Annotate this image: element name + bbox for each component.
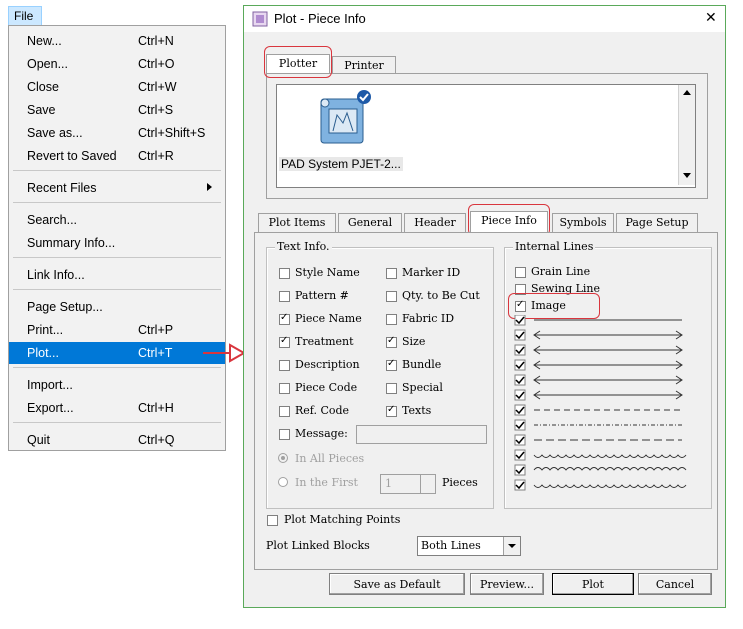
text-info-group: Text Info. <box>266 240 494 509</box>
pieces-label: Pieces <box>442 476 478 489</box>
text-info-label: Fabric ID <box>402 312 455 325</box>
text-info-label: Qty. to Be Cut <box>402 289 480 302</box>
text-info-checkbox[interactable] <box>386 404 397 417</box>
text-info-label: Ref. Code <box>295 404 350 417</box>
message-label: Message: <box>295 427 348 440</box>
tab-plot-items[interactable]: Plot Items <box>258 213 336 232</box>
tab-label: Header <box>414 216 456 229</box>
scroll-down-icon[interactable] <box>683 173 691 178</box>
text-info-checkbox[interactable] <box>279 291 290 302</box>
plot-matching-label: Plot Matching Points <box>284 513 401 526</box>
line-style-sample <box>533 467 687 471</box>
text-info-checkbox[interactable] <box>386 383 397 394</box>
tab-header[interactable]: Header <box>404 213 466 232</box>
text-info-label: Texts <box>402 404 432 417</box>
text-info-label: Bundle <box>402 358 442 371</box>
text-info-checkbox[interactable] <box>386 358 397 371</box>
linked-blocks-select[interactable]: Both Lines <box>417 536 521 556</box>
tab-page-setup[interactable]: Page Setup <box>616 213 698 232</box>
text-info-label: Size <box>402 335 426 348</box>
radio-in-all[interactable] <box>278 453 288 463</box>
scroll-up-icon[interactable] <box>683 90 691 95</box>
device-list: PAD System PJET-2... <box>276 84 696 188</box>
text-info-label: Marker ID <box>402 266 461 279</box>
line-style-sample <box>533 484 687 488</box>
radio-in-first[interactable] <box>278 477 288 487</box>
text-info-checkbox[interactable] <box>279 268 290 279</box>
text-info-checkbox[interactable] <box>279 383 290 394</box>
tab-label: General <box>347 216 393 229</box>
stepper-value: 1 <box>385 477 392 490</box>
tab-label: Printer <box>344 59 384 72</box>
group-label: Internal Lines <box>513 240 596 253</box>
preview-button[interactable]: Preview... <box>470 573 544 595</box>
device-name[interactable]: PAD System PJET-2... <box>279 157 403 171</box>
dialog-title: Plot - Piece Info <box>274 11 366 26</box>
text-info-label: Style Name <box>295 266 360 279</box>
chevron-down-icon[interactable] <box>503 537 520 555</box>
text-info-label: Piece Name <box>295 312 362 325</box>
text-info-checkbox[interactable] <box>386 268 397 279</box>
line-style-sample <box>533 454 687 458</box>
tab-symbols[interactable]: Symbols <box>552 213 614 232</box>
text-info-checkbox[interactable] <box>279 335 290 348</box>
text-info-checkbox[interactable] <box>386 335 397 348</box>
text-info-label: Pattern # <box>295 289 349 302</box>
button-label: Save as Default <box>353 578 441 591</box>
plot-dialog: Plot - Piece Info ✕ Plotter Printer PAD … <box>243 5 726 608</box>
text-info-label: Special <box>402 381 443 394</box>
dialog-titlebar: Plot - Piece Info ✕ <box>244 6 725 32</box>
plot-button[interactable]: Plot <box>552 573 634 595</box>
grain-line-label: Grain Line <box>531 265 591 278</box>
group-label: Text Info. <box>275 240 332 253</box>
text-info-checkbox[interactable] <box>279 312 290 325</box>
message-input[interactable] <box>356 425 487 444</box>
line-style-list <box>514 315 687 491</box>
text-info-label: Piece Code <box>295 381 358 394</box>
text-info-checkbox[interactable] <box>386 291 397 302</box>
in-first-stepper[interactable]: 1 <box>380 474 436 494</box>
button-label: Plot <box>582 578 604 591</box>
text-info-checkbox[interactable] <box>279 360 290 371</box>
tab-label: Page Setup <box>625 216 689 229</box>
plot-matching-checkbox[interactable] <box>267 515 278 526</box>
plotter-icon[interactable] <box>317 89 373 147</box>
highlight-plotter <box>264 46 332 78</box>
device-scrollbar[interactable] <box>678 85 695 185</box>
text-info-label: Treatment <box>295 335 354 348</box>
tab-label: Plot Items <box>268 216 326 229</box>
in-first-label: In the First <box>295 476 358 489</box>
close-icon[interactable]: ✕ <box>705 10 717 26</box>
stepper-arrows-icon[interactable] <box>420 475 435 493</box>
in-all-label: In All Pieces <box>295 452 365 465</box>
button-label: Preview... <box>479 578 534 591</box>
tab-general[interactable]: General <box>338 213 402 232</box>
cancel-button[interactable]: Cancel <box>638 573 712 595</box>
save-as-default-button[interactable]: Save as Default <box>329 573 465 595</box>
button-label: Cancel <box>655 578 695 591</box>
linked-blocks-label: Plot Linked Blocks <box>266 539 370 552</box>
grain-line-checkbox[interactable] <box>515 267 526 278</box>
text-info-checkbox[interactable] <box>279 406 290 417</box>
text-info-checkbox[interactable] <box>386 314 397 325</box>
select-value: Both Lines <box>421 539 481 552</box>
text-info-label: Description <box>295 358 360 371</box>
tab-label: Symbols <box>559 216 607 229</box>
app-icon <box>252 11 268 27</box>
message-checkbox[interactable] <box>279 429 290 440</box>
